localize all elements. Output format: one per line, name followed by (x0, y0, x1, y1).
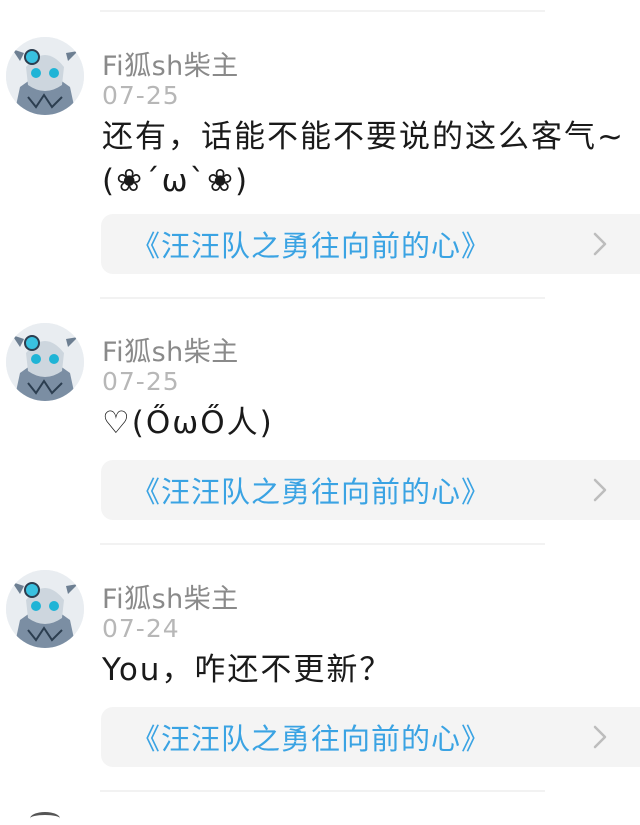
username[interactable]: Fi狐sh柴主 (102, 577, 239, 616)
divider (100, 10, 545, 12)
user-avatar[interactable] (6, 570, 84, 648)
divider (100, 790, 545, 792)
book-link-card[interactable]: 《汪汪队之勇往向前的心》 (101, 214, 640, 274)
chevron-right-icon (593, 725, 607, 749)
comment-date: 07-24 (102, 614, 180, 643)
comment-date: 07-25 (102, 367, 180, 396)
next-avatar-peek (30, 812, 60, 825)
book-title: 《汪汪队之勇往向前的心》 (131, 229, 492, 263)
book-link-card[interactable]: 《汪汪队之勇往向前的心》 (101, 460, 640, 520)
chevron-right-icon (593, 478, 607, 502)
book-title: 《汪汪队之勇往向前的心》 (131, 722, 492, 756)
comment-feed: Fi狐sh柴主 07-25 还有，话能不能不要说的这么客气~(❀´ω`❀) 《汪… (0, 0, 640, 817)
book-link-card[interactable]: 《汪汪队之勇往向前的心》 (101, 707, 640, 767)
book-title: 《汪汪队之勇往向前的心》 (131, 475, 492, 509)
divider (100, 543, 545, 545)
anime-avatar-icon (6, 37, 84, 115)
anime-avatar-icon (6, 323, 84, 401)
user-avatar[interactable] (6, 37, 84, 115)
user-avatar[interactable] (6, 323, 84, 401)
divider (100, 297, 545, 299)
username[interactable]: Fi狐sh柴主 (102, 44, 239, 83)
comment-text: ♡(ŐωŐ人) (102, 405, 274, 441)
comment-text: 还有，话能不能不要说的这么客气~(❀´ω`❀) (102, 119, 625, 199)
chevron-right-icon (593, 232, 607, 256)
anime-avatar-icon (6, 570, 84, 648)
comment-text: You，咋还不更新？ (102, 652, 393, 688)
username[interactable]: Fi狐sh柴主 (102, 330, 239, 369)
comment-date: 07-25 (102, 81, 180, 110)
